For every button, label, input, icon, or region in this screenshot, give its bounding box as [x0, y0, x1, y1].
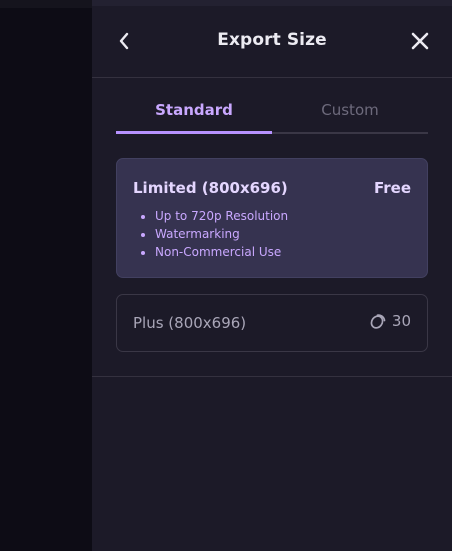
panel-header: Export Size [92, 6, 452, 78]
option-limited-title: Limited (800x696) [133, 179, 288, 197]
feature-item: Up to 720p Resolution [155, 207, 288, 225]
credits-coin-icon [370, 314, 386, 329]
option-limited[interactable]: Limited (800x696) Free Up to 720p Resolu… [116, 158, 428, 278]
tab-standard[interactable]: Standard [116, 88, 272, 134]
option-plus-title: Plus (800x696) [133, 314, 247, 332]
background-overlay [0, 0, 92, 551]
tab-active-indicator [116, 131, 272, 134]
options-divider [92, 376, 452, 377]
feature-item: Non-Commercial Use [155, 243, 288, 261]
background-top-strip [0, 0, 92, 8]
export-size-panel: Export Size Standard Custom Limited (800… [92, 0, 452, 551]
feature-item: Watermarking [155, 225, 288, 243]
close-icon [411, 32, 429, 50]
panel-title: Export Size [217, 30, 327, 50]
option-limited-price: Free [373, 179, 411, 197]
chevron-left-icon [119, 32, 129, 50]
option-plus[interactable]: Plus (800x696) 30 [116, 294, 428, 352]
option-limited-features: Up to 720p Resolution Watermarking Non-C… [133, 207, 288, 261]
option-plus-cost-value: 30 [391, 312, 411, 330]
option-plus-cost: 30 [369, 312, 411, 330]
back-button[interactable] [114, 28, 134, 54]
tab-custom[interactable]: Custom [272, 88, 428, 134]
header-divider [92, 77, 452, 78]
size-tabs: Standard Custom [116, 88, 428, 134]
close-button[interactable] [408, 28, 432, 54]
